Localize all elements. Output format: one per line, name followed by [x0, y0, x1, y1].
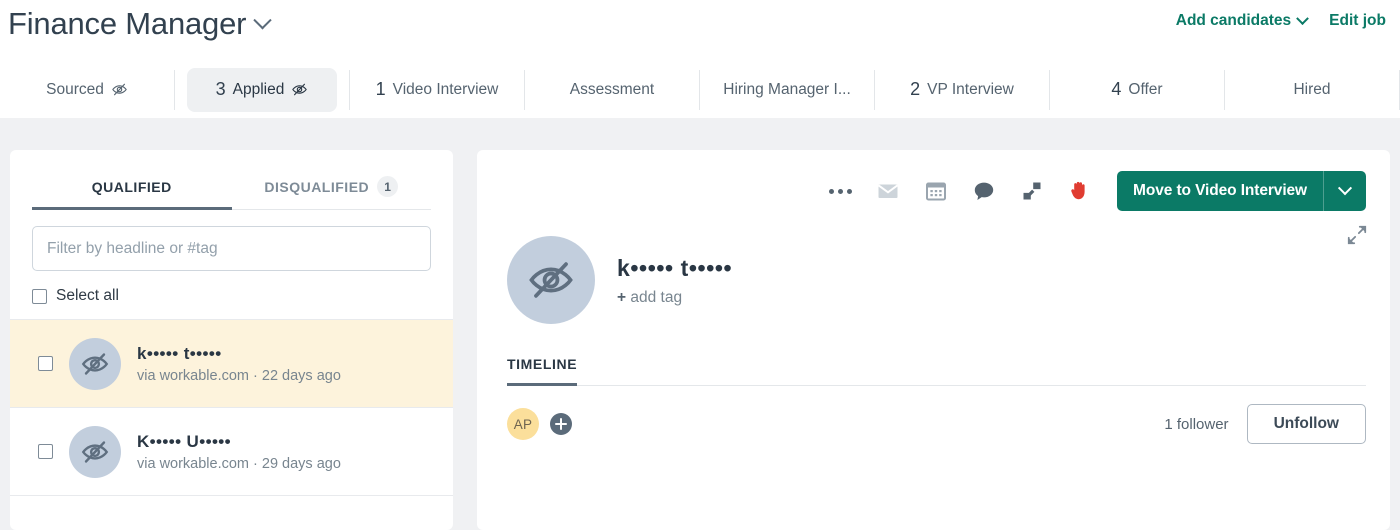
comment-icon[interactable] — [971, 178, 997, 204]
timeline-participants-row: AP 1 follower Unfollow — [507, 386, 1366, 444]
stage-tab-hiring-manager-interview[interactable]: Hiring Manager I... — [700, 69, 875, 110]
header-actions: Add candidates Edit job — [1175, 11, 1386, 30]
candidate-meta: via workable.com · 22 days ago — [137, 368, 341, 384]
candidate-toolbar: Move to Video Interview — [477, 150, 1390, 214]
header-top-row: Finance Manager Add candidates Edit job — [0, 0, 1400, 62]
follower-count: 1 follower — [1164, 415, 1229, 433]
list-item[interactable]: k••••• t••••• via workable.com · 22 days… — [10, 320, 453, 408]
list-item[interactable]: K••••• U••••• via workable.com · 29 days… — [10, 408, 453, 496]
avatar — [69, 337, 121, 390]
move-to-video-interview-button[interactable]: Move to Video Interview — [1117, 171, 1366, 211]
candidate-meta: via workable.com · 29 days ago — [137, 456, 341, 472]
chevron-down-icon — [1337, 181, 1353, 196]
stage-label: Hiring Manager I... — [723, 80, 851, 98]
select-all-checkbox[interactable] — [32, 288, 47, 304]
timeline-section: TIMELINE AP 1 follower Unfollow — [477, 324, 1390, 444]
stage-label: Assessment — [569, 80, 655, 98]
chevron-down-icon — [1296, 11, 1310, 25]
candidate-list-panel: QUALIFIED DISQUALIFIED 1 Select all k•••… — [10, 150, 453, 530]
stage-tab-sourced[interactable]: Sourced — [0, 69, 175, 110]
candidate-identity: k••••• t••••• + add tag — [617, 254, 732, 307]
stage-label: Applied — [232, 80, 285, 98]
select-all-row[interactable]: Select all — [10, 271, 453, 319]
page-title: Finance Manager — [8, 6, 247, 41]
stage-label: Sourced — [46, 80, 104, 98]
email-icon[interactable] — [875, 178, 901, 204]
stage-count: 3 — [215, 79, 226, 99]
stage-tab-assessment[interactable]: Assessment — [525, 69, 700, 110]
stage-label: VP Interview — [927, 80, 1014, 98]
tab-timeline[interactable]: TIMELINE — [507, 356, 578, 386]
eye-off-icon — [111, 81, 128, 98]
stage-tab-applied[interactable]: 3 Applied — [175, 67, 350, 112]
candidate-name: k••••• t••••• — [137, 344, 222, 363]
stage-count: 2 — [910, 79, 921, 99]
select-all-label: Select all — [56, 287, 119, 304]
stage-label: Video Interview — [392, 80, 499, 98]
tab-disqualified[interactable]: DISQUALIFIED 1 — [231, 176, 431, 210]
timeline-tabs: TIMELINE — [507, 356, 1366, 386]
expand-icon[interactable] — [1346, 224, 1368, 251]
eye-off-icon — [291, 81, 308, 98]
add-tag-plus-icon: + — [617, 288, 627, 306]
app-header: Finance Manager Add candidates Edit job … — [0, 0, 1400, 118]
plus-circle-icon[interactable] — [550, 413, 572, 435]
tab-qualified[interactable]: QUALIFIED — [32, 179, 232, 210]
stop-hand-icon[interactable] — [1067, 178, 1093, 204]
stage-tab-vp-interview[interactable]: 2 VP Interview — [875, 69, 1050, 110]
edit-job-link[interactable]: Edit job — [1329, 12, 1386, 30]
add-tag-label: add tag — [630, 288, 683, 306]
add-tag-button[interactable]: + add tag — [617, 289, 732, 307]
candidate-checkbox[interactable] — [38, 356, 53, 371]
candidate-name: k••••• t••••• — [617, 254, 733, 281]
edit-job-label: Edit job — [1329, 12, 1386, 29]
move-button-dropdown[interactable] — [1324, 171, 1366, 211]
candidate-checkbox[interactable] — [38, 444, 53, 459]
stage-tab-video-interview[interactable]: 1 Video Interview — [350, 69, 525, 110]
filter-container — [10, 210, 453, 271]
avatar — [507, 236, 595, 324]
disqualified-count-badge: 1 — [377, 176, 399, 197]
add-candidates-label: Add candidates — [1175, 12, 1292, 29]
candidate-header: k••••• t••••• + add tag — [477, 214, 1390, 324]
stage-count: 4 — [1111, 79, 1122, 99]
candidate-info: k••••• t••••• via workable.com · 22 days… — [137, 343, 341, 384]
follow-controls: 1 follower Unfollow — [1164, 404, 1366, 444]
candidate-info: K••••• U••••• via workable.com · 29 days… — [137, 431, 341, 472]
filter-input[interactable] — [32, 226, 431, 271]
unfollow-button[interactable]: Unfollow — [1246, 404, 1366, 444]
avatar — [69, 425, 121, 478]
candidate-detail-panel: Move to Video Interview k••••• t••••• + … — [477, 150, 1390, 530]
avatar: AP — [507, 408, 539, 440]
stage-label: Hired — [1293, 80, 1331, 98]
qualification-tabs: QUALIFIED DISQUALIFIED 1 — [10, 150, 453, 210]
tab-disqualified-label: DISQUALIFIED — [264, 178, 370, 195]
stage-tabs: Sourced 3 Applied 1 Video Interview Asse… — [0, 62, 1400, 118]
stage-tab-hired[interactable]: Hired — [1225, 69, 1400, 110]
stage-tab-offer[interactable]: 4 Offer — [1050, 69, 1225, 110]
disqualify-icon[interactable] — [1019, 178, 1045, 204]
candidate-name: K••••• U••••• — [137, 432, 231, 451]
more-options-icon[interactable] — [827, 178, 853, 204]
candidate-list: k••••• t••••• via workable.com · 22 days… — [10, 319, 453, 496]
stage-count: 1 — [375, 79, 386, 99]
calendar-icon[interactable] — [923, 178, 949, 204]
move-button-label: Move to Video Interview — [1133, 182, 1307, 199]
chevron-down-icon — [253, 10, 272, 29]
tab-qualified-label: QUALIFIED — [91, 179, 172, 195]
job-title-dropdown[interactable]: Finance Manager — [8, 4, 272, 44]
add-candidates-button[interactable]: Add candidates — [1175, 11, 1310, 30]
stage-label: Offer — [1128, 80, 1163, 98]
